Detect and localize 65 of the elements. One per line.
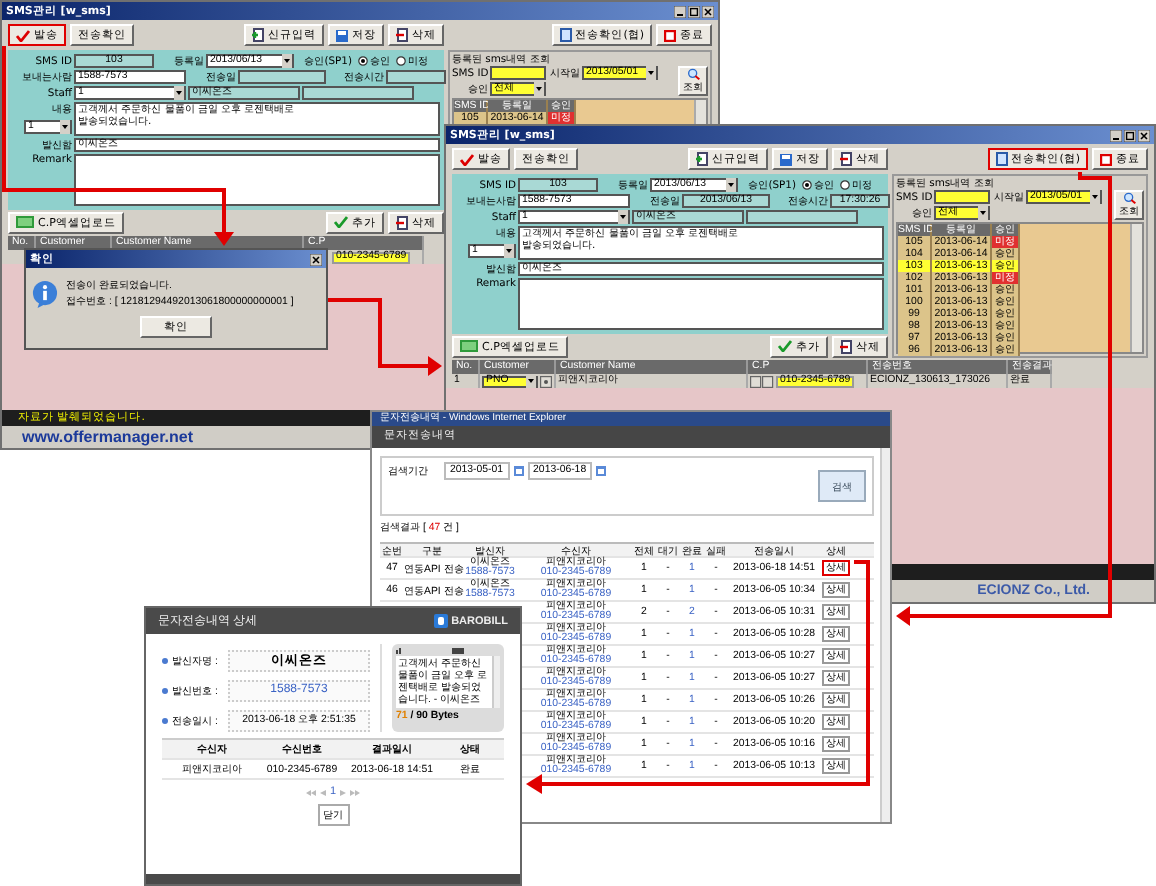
- calendar-icon[interactable]: [513, 466, 524, 476]
- search-icon: [685, 68, 701, 80]
- search-icon: [1121, 192, 1137, 204]
- sent-time-field[interactable]: [386, 70, 446, 84]
- radio-icon: [802, 180, 812, 190]
- calendar-icon[interactable]: [596, 466, 607, 476]
- lookup-button[interactable]: [540, 375, 552, 387]
- check-icon: [16, 29, 30, 41]
- caret-icon: [60, 120, 70, 134]
- sent-date-field[interactable]: [238, 70, 326, 84]
- caret-icon: [726, 178, 736, 192]
- close-button[interactable]: [702, 5, 714, 17]
- staff-extra-field[interactable]: [746, 210, 858, 224]
- delete-document-icon: [840, 152, 852, 166]
- scrollbar[interactable]: [492, 656, 500, 708]
- check-icon: [460, 153, 474, 165]
- close-button[interactable]: [310, 253, 322, 265]
- sms-id-search-field[interactable]: [934, 190, 990, 204]
- radio-icon: [396, 56, 406, 66]
- logo-icon: [433, 614, 448, 628]
- radio-icon: [358, 56, 368, 66]
- minimize-button[interactable]: [1110, 129, 1122, 141]
- caret-icon: [526, 374, 536, 388]
- radio-icon: [840, 180, 850, 190]
- caret-icon: [534, 82, 544, 96]
- caret-icon: [646, 66, 656, 80]
- scrollbar[interactable]: [1130, 224, 1142, 352]
- save-icon: [780, 153, 792, 165]
- bullet-icon: [162, 688, 168, 694]
- step-buttons-icon[interactable]: [750, 375, 774, 387]
- exit-icon: [664, 29, 676, 41]
- caret-icon: [282, 54, 292, 68]
- phone-status-icon: [396, 648, 464, 654]
- scrollbar[interactable]: [880, 448, 890, 822]
- delete-document-icon: [396, 28, 408, 42]
- minimize-button[interactable]: [674, 5, 686, 17]
- document-icon: [995, 152, 1008, 166]
- caret-icon: [618, 210, 628, 224]
- remark-textarea[interactable]: [74, 154, 440, 206]
- document-icon: [559, 28, 572, 42]
- sms-id-search-field[interactable]: [490, 66, 546, 80]
- caret-icon: [174, 86, 184, 100]
- maximize-button[interactable]: [688, 5, 700, 17]
- check-icon: [334, 216, 348, 228]
- exit-icon: [1100, 153, 1112, 165]
- bullet-icon: [162, 658, 168, 664]
- new-document-icon: [696, 152, 708, 166]
- close-button[interactable]: [1138, 129, 1150, 141]
- check-icon: [778, 340, 792, 352]
- arrow: [328, 298, 442, 376]
- maximize-button[interactable]: [1124, 129, 1136, 141]
- delete-document-icon: [396, 215, 408, 229]
- spreadsheet-icon: [460, 340, 478, 352]
- delete-document-icon: [840, 339, 852, 353]
- staff-extra-field[interactable]: [302, 86, 414, 100]
- caret-icon: [1090, 190, 1100, 204]
- save-icon: [336, 29, 348, 41]
- caret-icon: [504, 244, 514, 258]
- new-document-icon: [252, 28, 264, 42]
- bullet-icon: [162, 718, 168, 724]
- info-icon: [32, 279, 58, 307]
- website-link[interactable]: www.offermanager.net: [22, 428, 193, 446]
- caret-icon: [978, 206, 988, 220]
- remark-textarea[interactable]: [518, 278, 884, 330]
- spreadsheet-icon: [16, 216, 34, 228]
